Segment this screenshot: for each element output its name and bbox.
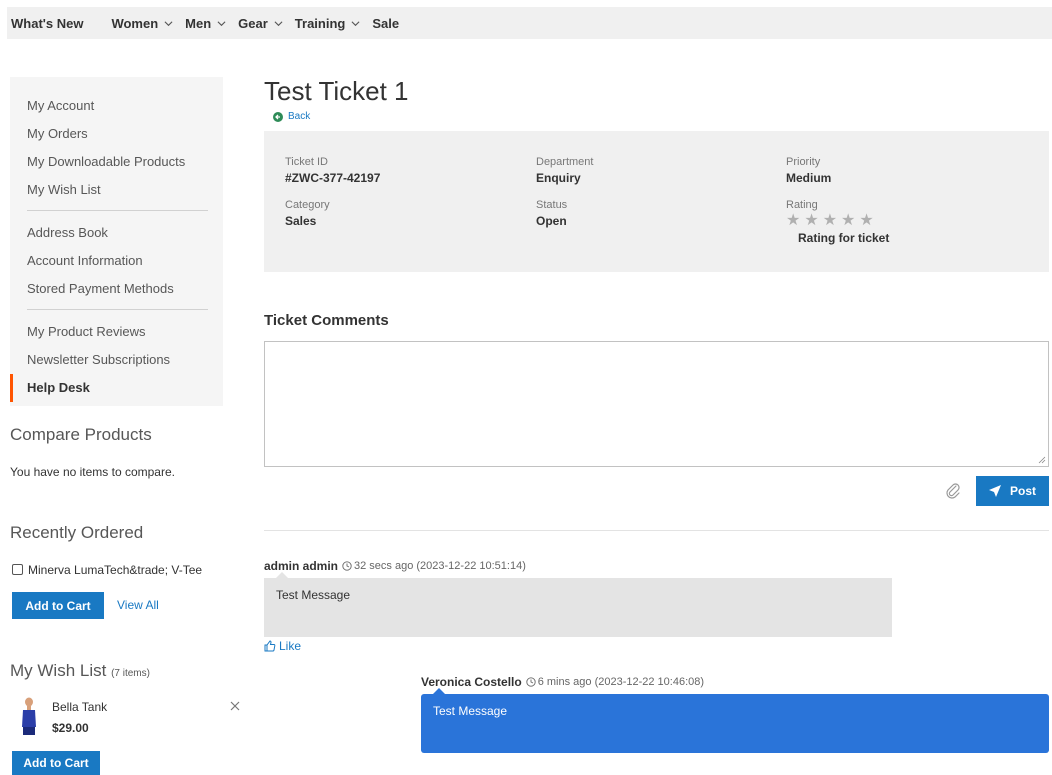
nav-training[interactable]: Training [295,16,361,31]
back-link[interactable]: Back [273,111,310,122]
top-navigation: What's New Women Men Gear Training Sale [7,7,1052,39]
sidebar-item-newsletter[interactable]: Newsletter Subscriptions [10,346,223,374]
message-bubble-user: Test Message [421,688,1049,753]
chevron-down-icon [164,20,173,26]
department-label: Department [536,156,594,168]
wishlist-item-name[interactable]: Bella Tank [52,700,107,714]
sidebar-item-downloadable-products[interactable]: My Downloadable Products [10,148,223,176]
message-author: admin admin [264,559,339,573]
sidebar-item-stored-payment-methods[interactable]: Stored Payment Methods [10,275,223,303]
sidebar-item-help-desk[interactable]: Help Desk [10,374,223,402]
resize-grip-icon[interactable] [1038,456,1046,464]
recently-ordered-title: Recently Ordered [10,523,144,542]
nav-label: Training [294,15,346,31]
sidebar-item-my-account[interactable]: My Account [10,92,223,120]
nav-label: Sale [372,15,400,31]
post-label: Post [1009,484,1036,498]
message-header: admin admin 32 secs ago (2023-12-22 10:5… [264,559,526,573]
category-value: Sales [285,214,317,228]
message-header: Veronica Costello 6 mins ago (2023-12-22… [421,675,704,689]
message-text: Test Message [276,588,351,602]
nav-label: Gear [238,15,268,31]
ticket-id-label: Ticket ID [285,156,328,168]
rating-field: Rating ★ ★ ★ ★ ★ Rating for ticket [786,199,889,245]
rating-stars: ★ ★ ★ ★ ★ [786,213,889,229]
nav-label: Women [111,15,159,31]
recently-ordered-add-to-cart-button[interactable]: Add to Cart [12,592,104,619]
chevron-down-icon [274,20,283,26]
like-button[interactable]: Like [264,639,301,653]
status-field: Status Open [536,199,567,228]
view-all-link[interactable]: View All [117,598,159,612]
star-icon[interactable]: ★ [823,213,837,229]
chevron-down-icon [217,20,226,26]
sidebar-item-product-reviews[interactable]: My Product Reviews [10,318,223,346]
ticket-id-value: #ZWC-377-42197 [285,171,381,185]
message-time: 6 mins ago (2023-12-22 10:46:08) [537,676,705,688]
message-bubble-admin: Test Message [264,572,892,637]
compare-products-title: Compare Products [10,425,152,444]
status-value: Open [536,214,567,228]
department-field: Department Enquiry [536,156,593,185]
chevron-down-icon [351,20,360,26]
priority-field: Priority Medium [786,156,831,185]
sidebar-item-my-orders[interactable]: My Orders [10,120,223,148]
close-icon[interactable] [230,701,240,711]
page-title: Test Ticket 1 [264,76,409,106]
back-label: Back [288,111,311,122]
arrow-left-icon [273,111,283,122]
sidebar-item-account-information[interactable]: Account Information [10,247,223,275]
message-author: Veronica Costello [421,675,522,689]
send-icon [988,485,1001,497]
clock-icon [342,561,352,571]
rating-caption: Rating for ticket [798,231,890,245]
star-icon[interactable]: ★ [804,213,818,229]
nav-men[interactable]: Men [185,16,226,31]
message-time: 32 secs ago (2023-12-22 10:51:14) [354,560,526,572]
wishlist-title-text: My Wish List [10,661,107,680]
star-icon[interactable]: ★ [786,213,800,229]
bella-tank-thumbnail[interactable] [18,697,40,737]
priority-value: Medium [786,171,832,185]
ticket-id-field: Ticket ID #ZWC-377-42197 [285,156,380,185]
ticket-comments-title: Ticket Comments [264,312,389,329]
post-button[interactable]: Post [976,476,1049,506]
compare-empty-text: You have no items to compare. [10,465,175,479]
clock-icon [526,677,536,687]
divider [264,530,1049,531]
department-value: Enquiry [536,171,581,185]
nav-label: Men [185,15,212,31]
account-sidebar: My Account My Orders My Downloadable Pro… [10,77,223,406]
nav-label: What's New [11,15,84,31]
category-field: Category Sales [285,199,330,228]
wishlist-title: My Wish List (7 items) [10,661,150,681]
nav-women[interactable]: Women [111,16,173,31]
sidebar-divider [27,210,208,211]
sidebar-divider [27,309,208,310]
priority-label: Priority [786,156,821,168]
nav-sale[interactable]: Sale [372,16,399,31]
wishlist-item-price: $29.00 [52,721,89,735]
sidebar-item-address-book[interactable]: Address Book [10,219,223,247]
like-label: Like [279,639,302,653]
star-icon[interactable]: ★ [859,213,873,229]
message-text: Test Message [433,704,508,718]
star-icon[interactable]: ★ [841,213,855,229]
category-label: Category [285,199,330,211]
rating-label: Rating [786,199,818,211]
paperclip-icon[interactable] [945,481,961,499]
thumbs-up-icon [264,640,276,652]
ticket-info-panel: Ticket ID #ZWC-377-42197 Department Enqu… [264,131,1049,272]
wishlist-add-to-cart-button[interactable]: Add to Cart [12,751,100,775]
comment-textarea[interactable] [264,341,1049,467]
wishlist-count: (7 items) [111,668,150,679]
recently-ordered-checkbox[interactable] [12,564,23,575]
recently-ordered-item-name: Minerva LumaTech&trade; V-Tee [28,563,203,577]
nav-whats-new[interactable]: What's New [11,16,83,31]
recently-ordered-item: Minerva LumaTech&trade; V-Tee [12,563,202,577]
status-label: Status [536,199,568,211]
nav-gear[interactable]: Gear [238,16,283,31]
sidebar-item-wish-list[interactable]: My Wish List [10,176,223,204]
